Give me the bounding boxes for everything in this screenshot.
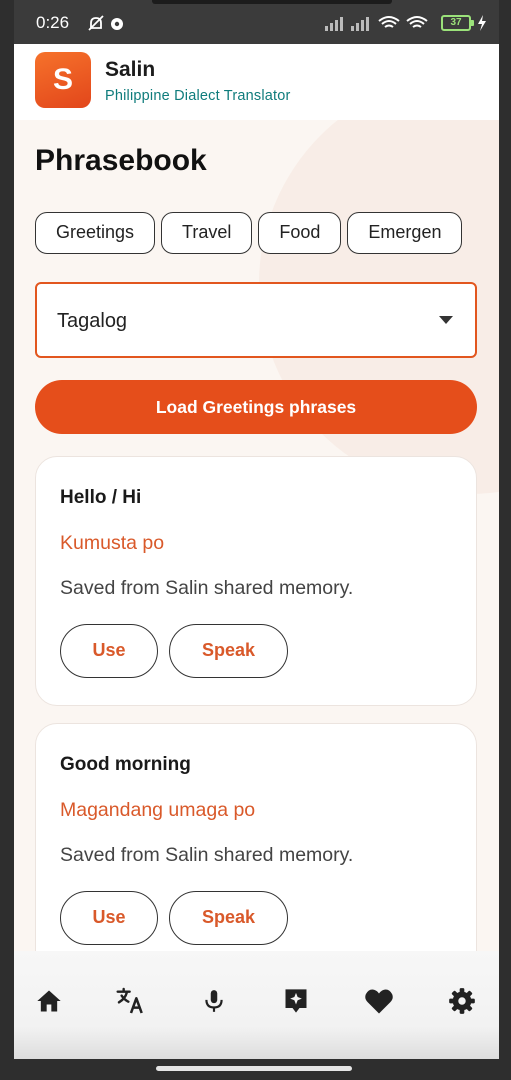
chip-emergency[interactable]: Emergen bbox=[347, 212, 463, 254]
app-screen: S Salin Philippine Dialect Translator Ph… bbox=[14, 44, 499, 1059]
phrase-card: Hello / Hi Kumusta po Saved from Salin s… bbox=[35, 456, 477, 706]
app-tagline: Philippine Dialect Translator bbox=[105, 88, 291, 104]
nav-translate[interactable] bbox=[111, 981, 151, 1021]
home-icon bbox=[37, 990, 61, 1012]
page-title: Phrasebook bbox=[35, 144, 207, 177]
nav-voice[interactable] bbox=[194, 981, 234, 1021]
gesture-navigation-bar[interactable] bbox=[156, 1066, 352, 1071]
status-right-icons: 37 bbox=[325, 14, 487, 32]
category-chips: Greetings Travel Food Emergen bbox=[35, 212, 478, 256]
app-logo: S bbox=[35, 52, 91, 108]
gear-status-icon bbox=[111, 18, 123, 30]
nav-home[interactable] bbox=[29, 981, 69, 1021]
status-left-icons bbox=[87, 15, 125, 38]
phrase-card: Good morning Magandang umaga po Saved fr… bbox=[35, 723, 477, 973]
dialect-select[interactable]: Tagalog bbox=[35, 282, 477, 358]
device-frame: 0:26 37 S Salin Philippine Dialect Trans… bbox=[0, 0, 511, 1080]
bell-off-icon bbox=[88, 15, 104, 31]
use-button[interactable]: Use bbox=[60, 624, 158, 678]
chip-food[interactable]: Food bbox=[258, 212, 342, 254]
load-phrases-button[interactable]: Load Greetings phrases bbox=[35, 380, 477, 434]
bottom-navigation bbox=[14, 951, 499, 1059]
status-bar: 0:26 37 bbox=[14, 0, 499, 44]
use-button[interactable]: Use bbox=[60, 891, 158, 945]
wifi-icon bbox=[378, 16, 400, 28]
speak-button[interactable]: Speak bbox=[169, 891, 288, 945]
favorites-icon bbox=[365, 989, 393, 1014]
signal-icon-2 bbox=[351, 17, 369, 31]
settings-icon bbox=[449, 988, 475, 1014]
app-header: S Salin Philippine Dialect Translator bbox=[14, 44, 499, 120]
phrase-english: Hello / Hi bbox=[60, 487, 142, 508]
phrase-note: Saved from Salin shared memory. bbox=[60, 577, 354, 599]
app-name: Salin bbox=[105, 58, 156, 81]
phrase-english: Good morning bbox=[60, 754, 191, 775]
caret-down-icon bbox=[439, 316, 453, 324]
battery-icon: 37 bbox=[441, 15, 474, 31]
phrase-note: Saved from Salin shared memory. bbox=[60, 844, 354, 866]
translate-icon bbox=[116, 987, 143, 1014]
status-time: 0:26 bbox=[36, 13, 70, 32]
charging-icon bbox=[478, 15, 486, 31]
phrase-translation: Magandang umaga po bbox=[60, 799, 256, 821]
nav-favorites[interactable] bbox=[359, 981, 399, 1021]
nav-settings[interactable] bbox=[442, 981, 482, 1021]
phrasebook-icon bbox=[285, 989, 307, 1013]
dialect-select-value: Tagalog bbox=[57, 310, 128, 332]
camera-notch bbox=[152, 0, 392, 4]
signal-icon-1 bbox=[325, 17, 343, 31]
speak-button[interactable]: Speak bbox=[169, 624, 288, 678]
chip-travel[interactable]: Travel bbox=[161, 212, 253, 254]
nav-phrasebook[interactable] bbox=[276, 981, 316, 1021]
chip-greetings[interactable]: Greetings bbox=[35, 212, 156, 254]
microphone-icon bbox=[205, 990, 223, 1012]
wifi-icon-2 bbox=[406, 16, 428, 28]
phrase-translation: Kumusta po bbox=[60, 532, 165, 554]
